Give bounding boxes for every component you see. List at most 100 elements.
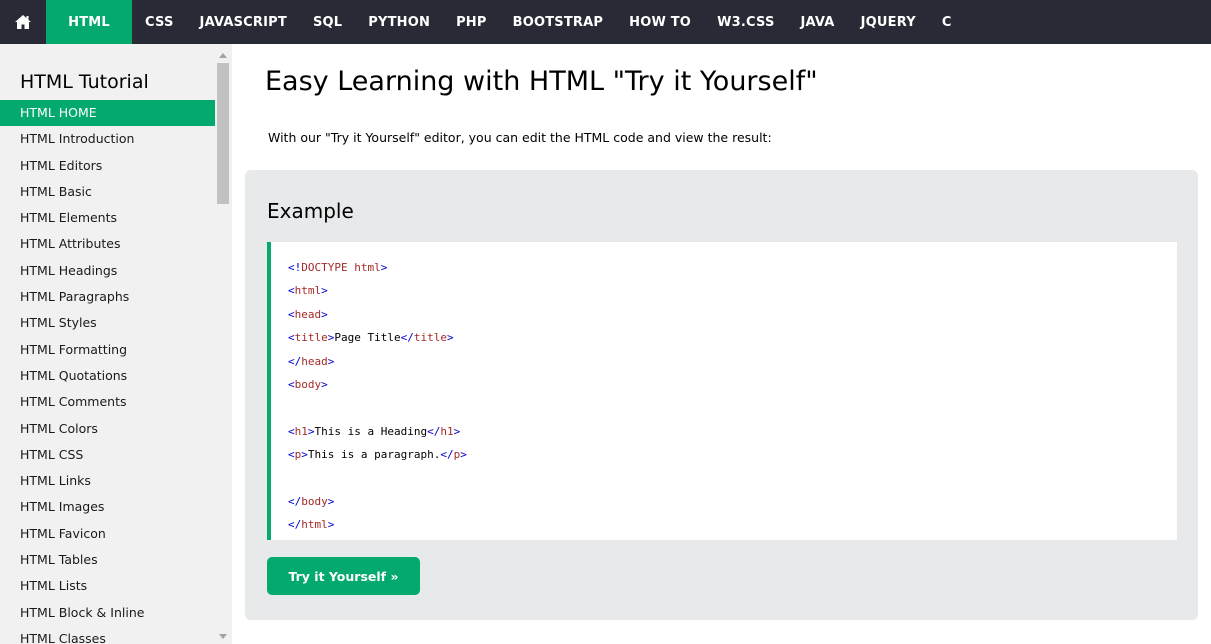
code-open: </ xyxy=(288,518,302,532)
code-tag: body xyxy=(294,377,322,391)
code-tag: html xyxy=(294,284,322,298)
scroll-down-arrow-icon[interactable] xyxy=(219,634,227,639)
code-close: > xyxy=(380,261,388,274)
code-text: This is a paragraph. xyxy=(307,448,441,462)
nav-item-html[interactable]: HTML xyxy=(46,0,132,44)
code-end-open: </ xyxy=(427,424,441,438)
code-end-tag: h1 xyxy=(440,424,454,438)
sidebar-item-html-quotations[interactable]: HTML Quotations xyxy=(0,363,215,389)
code-end-close: > xyxy=(446,331,454,345)
sidebar-item-html-elements[interactable]: HTML Elements xyxy=(0,205,215,231)
example-heading: Example xyxy=(267,199,354,223)
sidebar-item-html-formatting[interactable]: HTML Formatting xyxy=(0,337,215,363)
code-tag: html xyxy=(301,518,328,532)
nav-item-c[interactable]: C xyxy=(929,0,965,44)
sidebar-item-html-css[interactable]: HTML CSS xyxy=(0,442,215,468)
scroll-up-arrow-icon[interactable] xyxy=(219,53,227,58)
code-tag: title xyxy=(294,331,328,345)
sidebar-item-html-images[interactable]: HTML Images xyxy=(0,494,215,520)
sidebar-scrollbar[interactable] xyxy=(215,44,232,644)
code-open: < xyxy=(288,424,295,438)
sidebar-item-html-colors[interactable]: HTML Colors xyxy=(0,416,215,442)
code-close: > xyxy=(321,377,328,391)
sidebar-item-html-attributes[interactable]: HTML Attributes xyxy=(0,231,215,257)
sidebar-item-html-headings[interactable]: HTML Headings xyxy=(0,258,215,284)
scroll-thumb[interactable] xyxy=(217,63,229,204)
sidebar-item-html-styles[interactable]: HTML Styles xyxy=(0,310,215,336)
home-icon xyxy=(14,14,32,30)
code-attr: html xyxy=(347,261,381,274)
code-tag: h1 xyxy=(294,424,308,438)
code-text: Page Title xyxy=(334,331,401,345)
home-button[interactable] xyxy=(0,0,46,44)
nav-item-bootstrap[interactable]: BOOTSTRAP xyxy=(500,0,617,44)
code-end-open: </ xyxy=(440,448,454,462)
code-end-open: </ xyxy=(400,331,414,345)
code-text: This is a Heading xyxy=(314,424,428,438)
nav-item-how-to[interactable]: HOW TO xyxy=(616,0,704,44)
code-open: < xyxy=(288,448,295,462)
sidebar-item-html-paragraphs[interactable]: HTML Paragraphs xyxy=(0,284,215,310)
code-line: <html> xyxy=(288,279,1177,302)
code-open: <! xyxy=(288,261,302,274)
nav-item-java[interactable]: JAVA xyxy=(788,0,848,44)
code-tag: DOCTYPE xyxy=(301,261,348,274)
sidebar-item-html-links[interactable]: HTML Links xyxy=(0,468,215,494)
top-navigation: HTML CSS JAVASCRIPT SQL PYTHON PHP BOOTSTRAP HO… xyxy=(0,0,1211,44)
nav-item-jquery[interactable]: JQUERY xyxy=(848,0,929,44)
code-close: > xyxy=(321,284,328,298)
sidebar-item-html-comments[interactable]: HTML Comments xyxy=(0,389,215,415)
code-close: > xyxy=(327,518,335,532)
nav-menu: HTML CSS JAVASCRIPT SQL PYTHON PHP BOOTSTRAP HO… xyxy=(46,0,965,44)
sidebar: HTML Tutorial HTML HOME HTML Introduction… xyxy=(0,44,232,644)
code-close: > xyxy=(321,307,328,321)
code-line: </body> xyxy=(288,490,1177,513)
sidebar-item-html-introduction[interactable]: HTML Introduction xyxy=(0,126,215,152)
code-tag: head xyxy=(294,307,322,321)
nav-item-javascript[interactable]: JAVASCRIPT xyxy=(187,0,300,44)
page-title: Easy Learning with HTML "Try it Yourself… xyxy=(265,66,818,97)
code-open: </ xyxy=(288,494,302,508)
code-close: > xyxy=(327,354,335,368)
code-line: </head> xyxy=(288,350,1177,373)
code-close: > xyxy=(307,424,315,438)
sidebar-item-html-favicon[interactable]: HTML Favicon xyxy=(0,521,215,547)
nav-item-w3-css[interactable]: W3.CSS xyxy=(704,0,787,44)
code-tag: head xyxy=(301,354,328,368)
sidebar-title: HTML Tutorial xyxy=(20,71,149,93)
code-tag: body xyxy=(301,494,328,508)
sidebar-item-html-basic[interactable]: HTML Basic xyxy=(0,179,215,205)
sidebar-item-html-tables[interactable]: HTML Tables xyxy=(0,547,215,573)
code-line: </html> xyxy=(288,513,1177,536)
nav-item-php[interactable]: PHP xyxy=(443,0,500,44)
code-block: <!DOCTYPE html> <html> <head> <title>Page T… xyxy=(267,242,1177,540)
code-line: <p>This is a paragraph.</p> xyxy=(288,443,1177,466)
nav-item-python[interactable]: PYTHON xyxy=(355,0,443,44)
sidebar-item-html-classes[interactable]: HTML Classes xyxy=(0,626,215,644)
code-open: < xyxy=(288,377,295,391)
code-end-close: > xyxy=(453,424,461,438)
nav-item-sql[interactable]: SQL xyxy=(300,0,355,44)
example-box: Example <!DOCTYPE html> <html> <head> <titl… xyxy=(245,170,1198,620)
intro-text: With our "Try it Yourself" editor, you c… xyxy=(268,130,772,145)
code-open: </ xyxy=(288,354,302,368)
sidebar-list: HTML HOME HTML Introduction HTML Editors HT… xyxy=(0,100,215,644)
sidebar-item-html-home[interactable]: HTML HOME xyxy=(0,100,215,127)
code-close: > xyxy=(301,448,308,462)
sidebar-item-html-editors[interactable]: HTML Editors xyxy=(0,153,215,179)
code-open: < xyxy=(288,331,295,345)
sidebar-item-html-lists[interactable]: HTML Lists xyxy=(0,573,215,599)
code-close: > xyxy=(327,494,335,508)
code-line: <title>Page Title</title> xyxy=(288,326,1177,349)
code-end-tag: title xyxy=(413,331,447,345)
code-end-close: > xyxy=(460,448,467,462)
sidebar-item-html-block-inline[interactable]: HTML Block & Inline xyxy=(0,600,215,626)
code-line: <head> xyxy=(288,303,1177,326)
code-line: <h1>This is a Heading</h1> xyxy=(288,420,1177,443)
nav-item-css[interactable]: CSS xyxy=(132,0,187,44)
code-open: < xyxy=(288,284,295,298)
main-content: Easy Learning with HTML "Try it Yourself… xyxy=(232,44,1211,644)
try-it-yourself-button[interactable]: Try it Yourself » xyxy=(267,557,420,595)
